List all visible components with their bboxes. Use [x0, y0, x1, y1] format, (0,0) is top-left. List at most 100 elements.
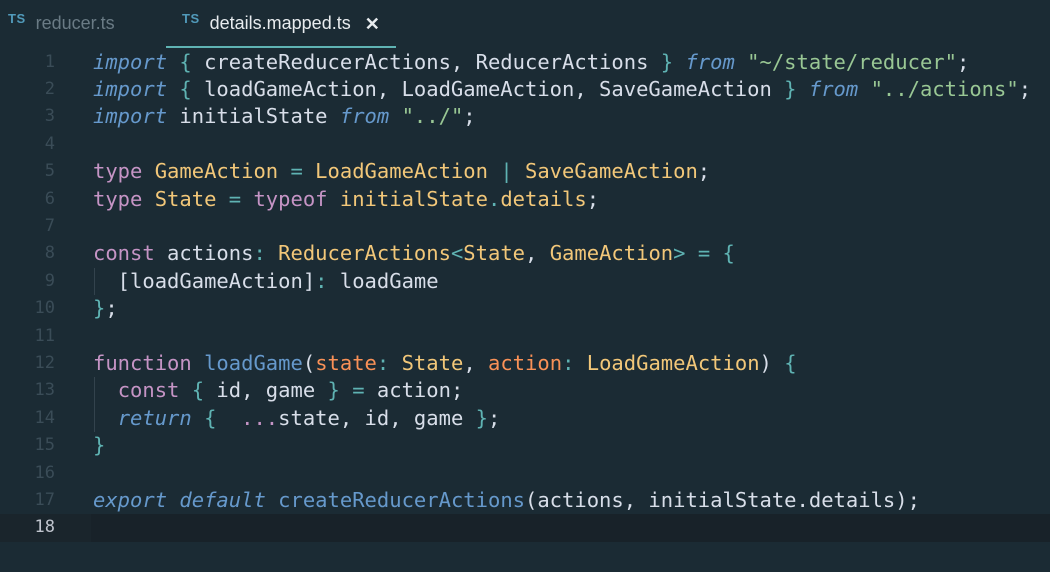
code-token: } [784, 76, 797, 101]
code-line[interactable]: 3 import initialState from "../"; [0, 103, 1050, 130]
code-token: GameAction [549, 241, 674, 266]
code-line[interactable]: 11 [0, 323, 1050, 350]
code-token: default [179, 487, 266, 512]
code-token: createReducerActions [278, 487, 525, 512]
code-line[interactable]: 12 function loadGame(state: State, action… [0, 350, 1050, 377]
line-number: 17 [34, 489, 55, 510]
code-line[interactable]: 13 const { id, game } = action; [0, 377, 1050, 405]
code-line[interactable]: 17 export default createReducerActions(ac… [0, 487, 1050, 514]
code-line[interactable]: 7 [0, 213, 1050, 240]
code-token: import [93, 76, 168, 101]
code-token: , [525, 241, 550, 266]
code-token: loadGame [327, 268, 439, 293]
code-line[interactable]: 6 type State = typeof initialState.detail… [0, 186, 1050, 213]
code-text: function loadGame(state: State, action: … [93, 350, 797, 377]
code-line[interactable]: 8 const actions: ReducerActions<State, Ga… [0, 240, 1050, 267]
code-token: { [204, 405, 217, 430]
code-token: } [660, 49, 674, 74]
code-line[interactable]: 5 type GameAction = LoadGameAction | Save… [0, 158, 1050, 185]
code-text: import { loadGameAction, LoadGameAction,… [93, 76, 1031, 103]
code-text: const actions: ReducerActions<State, Gam… [93, 240, 735, 267]
code-token: : [315, 268, 328, 293]
close-icon[interactable]: ✕ [365, 15, 380, 33]
code-token: ; [697, 159, 711, 184]
code-token: > [673, 241, 686, 266]
typescript-icon: TS [8, 11, 26, 26]
code-token: = [228, 186, 242, 211]
code-token: ; [956, 49, 970, 74]
code-token: ( [302, 350, 316, 375]
code-token: ; [463, 104, 476, 129]
code-token: from [339, 104, 390, 129]
code-token: { [179, 49, 192, 74]
code-token: State [154, 186, 217, 211]
tab-details-mapped[interactable]: TS details.mapped.ts ✕ [166, 0, 396, 48]
code-token: state [315, 350, 377, 375]
code-token: action; [364, 378, 464, 403]
code-token: "../actions" [870, 76, 1019, 101]
code-token: id, game [204, 378, 328, 403]
code-token: [loadGameAction] [93, 268, 316, 293]
code-line[interactable]: 2 import { loadGameAction, LoadGameAction… [0, 76, 1050, 103]
code-token: } [475, 405, 488, 430]
code-line[interactable]: 9 [loadGameAction]: loadGame [0, 267, 1050, 296]
code-line[interactable]: 10}; [0, 295, 1050, 322]
line-number: 10 [34, 298, 55, 319]
code-token: { [722, 241, 735, 266]
line-number: 11 [34, 325, 55, 346]
code-token: SaveGameAction [525, 159, 698, 184]
code-token: : [562, 350, 575, 375]
code-token: initialState [167, 104, 340, 129]
line-number: 3 [44, 106, 55, 127]
line-number: 9 [44, 270, 55, 291]
code-line[interactable]: 1 import { createReducerActions, ReducerA… [0, 49, 1050, 76]
code-token: createReducerActions, ReducerActions [191, 49, 661, 74]
code-line[interactable]: 14 return { ...state, id, game }; [0, 404, 1050, 433]
tab-bar: TS reducer.ts TS details.mapped.ts ✕ [0, 0, 1050, 48]
code-editor[interactable]: 1 import { createReducerActions, ReducerA… [0, 48, 1050, 572]
code-token: { [191, 378, 205, 403]
code-line[interactable]: 18 [0, 514, 1050, 543]
code-line[interactable]: 15} [0, 432, 1050, 459]
tab-label: reducer.ts [35, 13, 115, 33]
line-number: 16 [34, 462, 55, 483]
code-token: action [488, 350, 563, 375]
tab-reducer[interactable]: TS reducer.ts [8, 0, 158, 47]
code-token: from [685, 49, 735, 74]
code-token: type [93, 159, 143, 184]
code-token: | [500, 159, 513, 184]
code-token: (actions, initialState.details); [525, 487, 920, 512]
code-token: from [808, 76, 859, 101]
code-token: state, id, game [278, 405, 476, 430]
code-text: }; [93, 295, 118, 322]
code-token: ... [241, 405, 279, 430]
tab-label: details.mapped.ts [209, 13, 351, 33]
code-text: } [93, 432, 105, 459]
code-token: ) [759, 350, 785, 375]
code-line[interactable]: 4 [0, 131, 1050, 158]
code-token: ; [487, 405, 501, 430]
line-number: 8 [44, 243, 55, 264]
code-token: : [376, 350, 390, 375]
code-token: const [117, 378, 180, 403]
code-token: ReducerActions [278, 241, 451, 266]
code-line[interactable]: 16 [0, 460, 1050, 487]
code-token: } [93, 296, 106, 321]
code-token: type [93, 186, 143, 211]
